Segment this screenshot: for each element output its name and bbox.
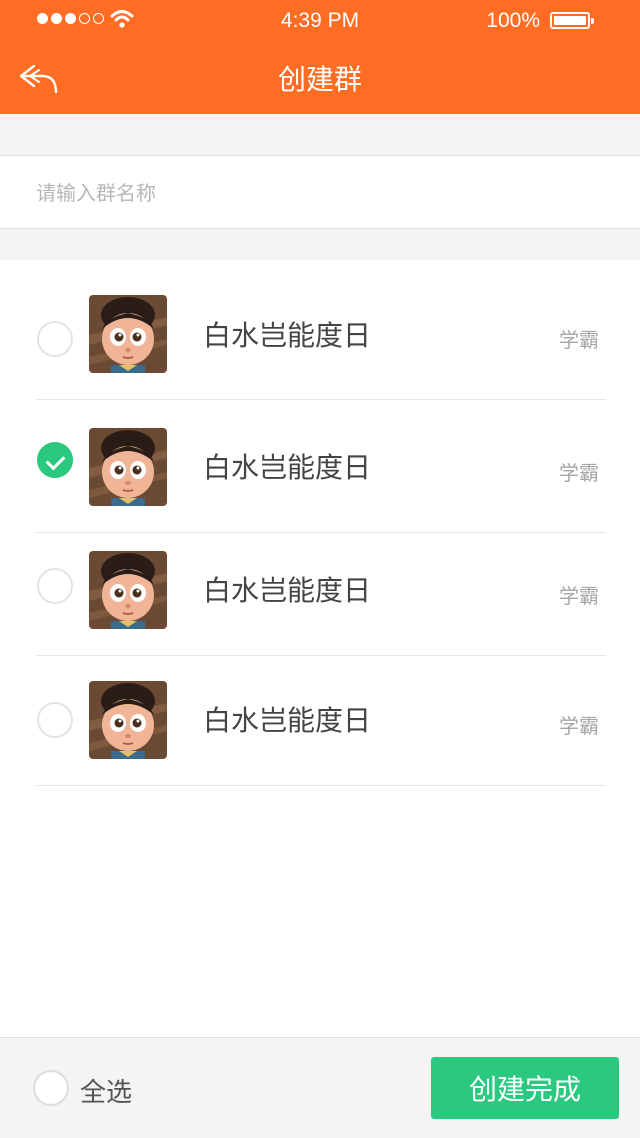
avatar <box>89 295 167 373</box>
member-tag: 学霸 <box>559 714 599 738</box>
select-all-checkbox[interactable] <box>33 1070 69 1106</box>
member-tag: 学霸 <box>559 328 599 352</box>
member-checkbox[interactable] <box>37 568 73 604</box>
header-bar: 4:39 PM 100% 创建群 <box>0 0 640 114</box>
member-row[interactable]: 白水岂能度日 学霸 <box>0 400 640 533</box>
avatar <box>89 681 167 759</box>
member-row[interactable]: 白水岂能度日 学霸 <box>0 656 640 786</box>
avatar <box>89 551 167 629</box>
group-name-row <box>0 155 640 229</box>
battery-percentage: 100% <box>486 9 540 32</box>
member-tag: 学霸 <box>559 584 599 608</box>
battery-icon <box>550 12 594 29</box>
member-name: 白水岂能度日 <box>203 319 372 352</box>
member-name: 白水岂能度日 <box>203 704 372 737</box>
member-checkbox[interactable] <box>37 702 73 738</box>
page-title: 创建群 <box>277 63 362 96</box>
group-name-input[interactable] <box>36 174 606 212</box>
bottom-action-bar: 全选 创建完成 <box>0 1037 640 1138</box>
status-time: 4:39 PM <box>280 9 360 32</box>
create-complete-button[interactable]: 创建完成 <box>431 1057 619 1119</box>
member-name: 白水岂能度日 <box>203 451 372 484</box>
avatar <box>89 428 167 506</box>
member-row[interactable]: 白水岂能度日 学霸 <box>0 260 640 400</box>
divider <box>36 785 606 786</box>
member-name: 白水岂能度日 <box>203 574 372 607</box>
member-checkbox[interactable] <box>37 321 73 357</box>
member-row[interactable]: 白水岂能度日 学霸 <box>0 533 640 656</box>
member-checkbox-checked[interactable] <box>37 442 73 478</box>
member-list: 白水岂能度日 学霸 白水岂能度日 学霸 白水岂能度日 学霸 白水岂能度日 学霸 <box>0 260 640 1037</box>
select-all-label[interactable]: 全选 <box>80 1072 132 1109</box>
status-bar: 4:39 PM 100% <box>0 0 640 40</box>
member-tag: 学霸 <box>559 461 599 485</box>
